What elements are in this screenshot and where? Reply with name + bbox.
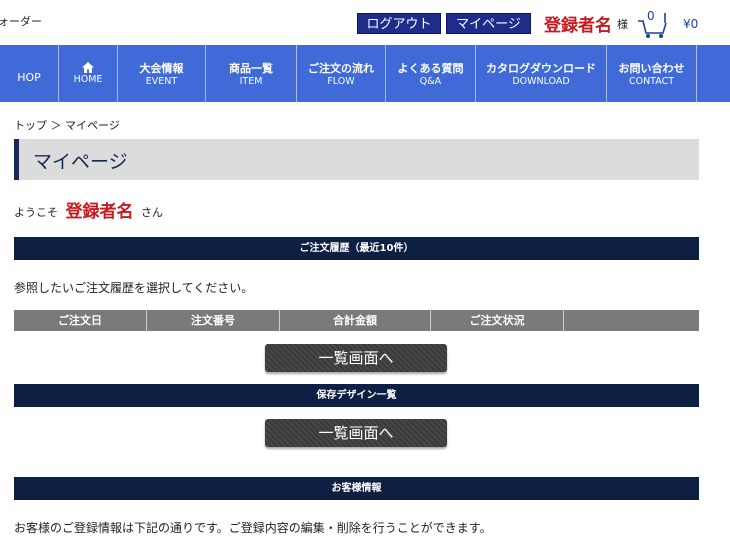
order-history-table-header: ご注文日 注文番号 合計金額 ご注文状況 (14, 310, 699, 331)
nav-sublabel: Q&A (419, 76, 442, 87)
column-header: 注文番号 (147, 310, 280, 331)
nav-label: 商品一覧 (229, 62, 273, 75)
nav-sublabel: EVENT (145, 76, 178, 87)
nav-item-shop[interactable]: HOP (0, 45, 58, 102)
nav-sublabel: FLOW (327, 76, 355, 87)
welcome-message: ようこそ 登録者名 さん (14, 196, 163, 222)
mypage-button[interactable]: マイページ (446, 13, 531, 34)
cart-count: 0 (647, 9, 655, 23)
brand-text: ォーダー (0, 15, 42, 28)
nav-sublabel: HOME (73, 74, 103, 85)
nav-item-flow[interactable]: ご注文の流れ FLOW (296, 45, 385, 102)
nav-sublabel: CONTACT (628, 76, 675, 87)
breadcrumb: トップ ＞ マイページ (14, 119, 120, 132)
nav-sublabel: DOWNLOAD (512, 76, 570, 87)
nav-label: ご注文の流れ (308, 62, 374, 75)
column-header: ご注文日 (14, 310, 147, 331)
nav-item-item[interactable]: 商品一覧 ITEM (205, 45, 296, 102)
order-history-list-button[interactable]: 一覧画面へ (265, 344, 447, 372)
nav-item-contact[interactable]: お問い合わせ CONTACT (606, 45, 697, 102)
welcome-suffix: さん (141, 206, 163, 219)
nav-item-download[interactable]: カタログダウンロード DOWNLOAD (475, 45, 606, 102)
order-history-instruction: 参照したいご注文履歴を選択してください。 (14, 281, 254, 295)
top-bar: ォーダー ログアウト マイページ 登録者名 様 0 ¥0 (0, 0, 730, 45)
column-header: ご注文状況 (431, 310, 564, 331)
cart-link[interactable]: 0 (637, 9, 669, 39)
nav-label: お問い合わせ (618, 62, 685, 75)
cart-price: ¥0 (683, 17, 699, 31)
honorific: 様 (617, 18, 628, 31)
column-header (564, 310, 699, 331)
welcome-user-name: 登録者名 (65, 202, 134, 222)
nav-item-qa[interactable]: よくある質問 Q&A (385, 45, 475, 102)
home-icon (82, 62, 94, 73)
saved-designs-heading: 保存デザイン一覧 (14, 384, 699, 407)
order-history-heading: ご注文履歴（最近10件） (14, 237, 699, 260)
logout-button[interactable]: ログアウト (357, 13, 441, 34)
nav-label: HOP (17, 71, 41, 84)
saved-designs-list-button[interactable]: 一覧画面へ (265, 419, 447, 447)
nav-label: 大会情報 (139, 62, 184, 75)
column-header: 合計金額 (280, 310, 431, 331)
nav-sublabel: ITEM (239, 76, 263, 87)
user-name: 登録者名 (544, 16, 612, 36)
nav-label: よくある質問 (397, 62, 464, 75)
welcome-prefix: ようこそ (14, 206, 58, 219)
nav-item-home[interactable]: HOME (58, 45, 117, 102)
nav-item-event[interactable]: 大会情報 EVENT (117, 45, 205, 102)
page-title: マイページ (33, 151, 128, 173)
page-title-box: マイページ (14, 139, 699, 180)
customer-info-heading: お客様情報 (14, 477, 699, 500)
nav-label: カタログダウンロード (486, 62, 596, 75)
customer-info-text: お客様のご登録情報は下記の通りです。ご登録内容の編集・削除を行うことができます。 (14, 521, 492, 535)
main-nav: HOP HOME 大会情報 EVENT 商品一覧 ITEM ご注文の流れ FLO… (0, 45, 730, 102)
